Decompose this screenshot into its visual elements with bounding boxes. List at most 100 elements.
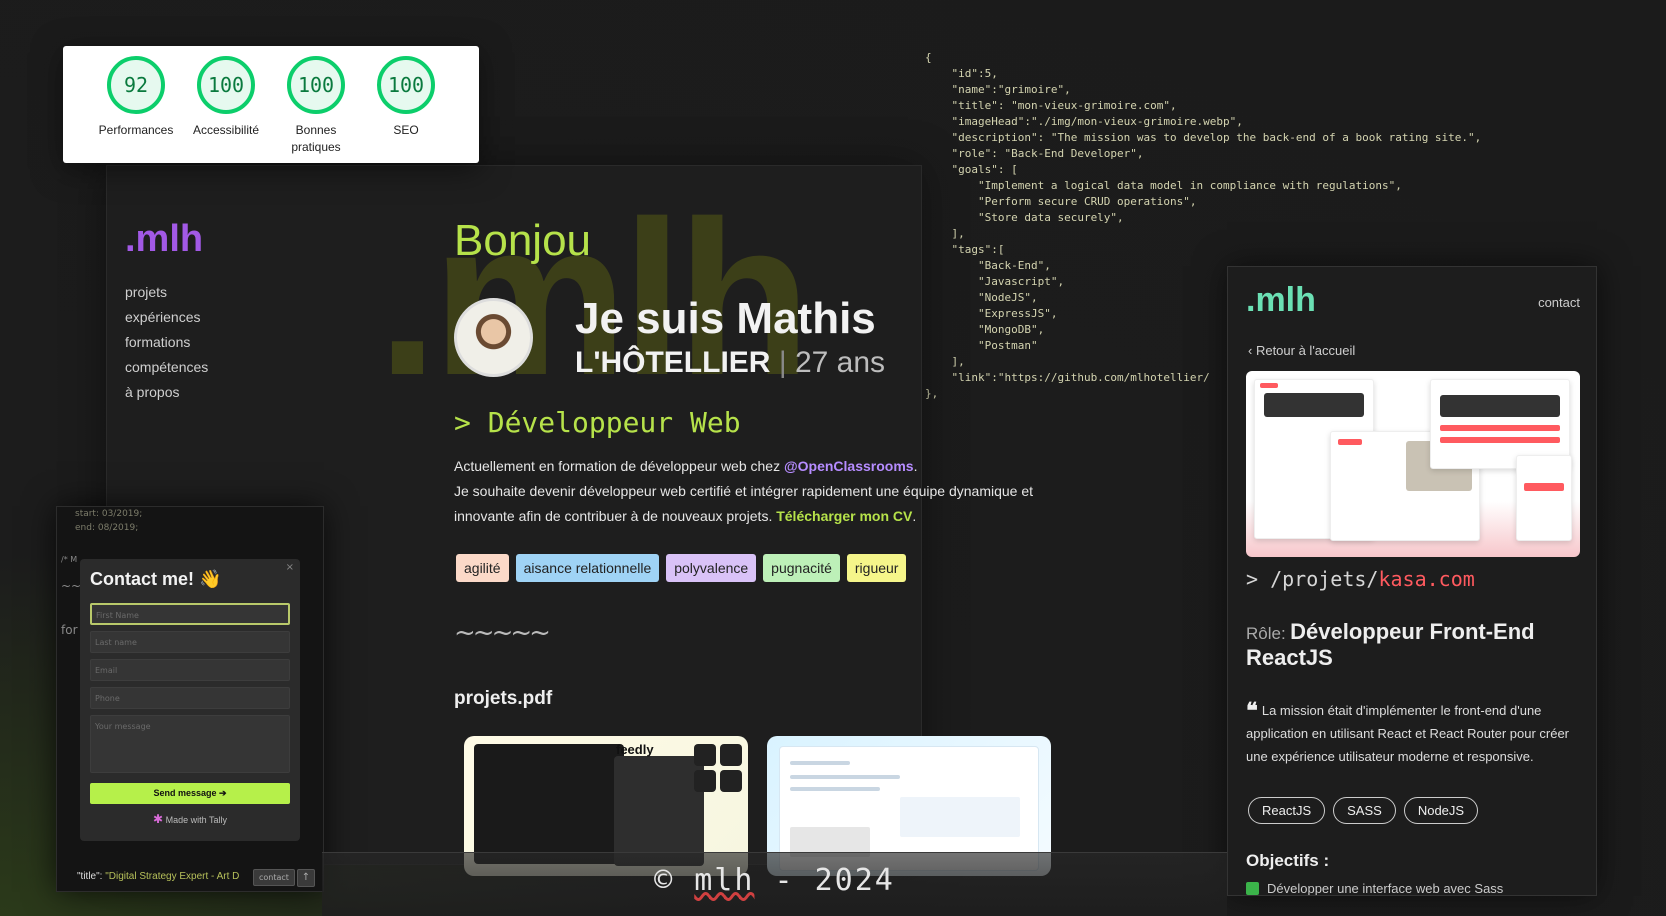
mockup-bar	[1440, 425, 1560, 431]
hero-name: Je suis Mathis	[575, 294, 876, 343]
code-line: start: 03/2019;	[75, 509, 143, 519]
code-line: "goals": [	[925, 163, 1018, 176]
close-icon[interactable]: ×	[286, 562, 294, 573]
footer-year: - 2024	[754, 863, 895, 898]
code-line: "id":5,	[925, 67, 998, 80]
react-icon	[694, 744, 716, 766]
projects-title: projets.pdf	[454, 688, 553, 709]
score-accessibility: 100 Accessibilité	[185, 56, 267, 163]
contact-link[interactable]: contact	[1538, 295, 1580, 310]
mockup-hero	[1264, 393, 1364, 417]
intro-part: .	[912, 508, 917, 524]
back-link[interactable]: ‹ Retour à l'accueil	[1248, 343, 1355, 358]
tag: ReactJS	[1248, 797, 1326, 824]
mobile-project-page: .mlh contact ‹ Retour à l'accueil > /pro…	[1227, 266, 1597, 896]
github-icon	[720, 770, 742, 792]
code-line: "Store data securely",	[925, 211, 1124, 224]
soft-skills: agilité aisance relationnelle polyvalence p…	[456, 554, 907, 582]
objective-text: Développer une interface web avec Sass	[1267, 881, 1504, 896]
contact-form: × Contact me! 👋 First Name Last name Ema…	[80, 559, 300, 841]
chevron-left-icon: ‹	[1248, 343, 1256, 358]
code-line: "name":"grimoire",	[925, 83, 1071, 96]
code-line: {	[925, 51, 932, 64]
last-name-field[interactable]: Last name	[90, 631, 290, 653]
node-icon	[720, 744, 742, 766]
phone-field[interactable]: Phone	[90, 687, 290, 709]
score-gauge: 100	[287, 56, 345, 114]
path-site: kasa.com	[1378, 567, 1475, 591]
scroll-top-button[interactable]: ↑	[297, 869, 315, 887]
send-message-button[interactable]: Send message ➔	[90, 783, 290, 804]
mockup-hero	[1440, 395, 1560, 417]
made-with-tally[interactable]: ✱ Made with Tally	[90, 812, 290, 826]
contact-button[interactable]: contact	[253, 869, 295, 886]
nav-item-projets[interactable]: projets	[125, 284, 208, 300]
background-code: start: 03/2019; end: 08/2019;	[75, 507, 142, 535]
message-field[interactable]: Your message	[90, 715, 290, 773]
main-nav: projets expériences formations compétenc…	[125, 284, 208, 400]
code-line: "Perform secure CRUD operations",	[925, 195, 1197, 208]
email-field[interactable]: Email	[90, 659, 290, 681]
nav-item-competences[interactable]: compétences	[125, 359, 208, 375]
tag: SASS	[1333, 797, 1396, 824]
side-code: ~~	[61, 579, 82, 593]
code-line: "title": "mon-vieux-grimoire.com",	[925, 99, 1177, 112]
code-line: "tags":[	[925, 243, 1005, 256]
code-line: "Implement a logical data model in compl…	[925, 179, 1402, 192]
contact-panel: start: 03/2019; end: 08/2019; /* M ~~ fo…	[56, 506, 324, 892]
score-label: Accessibilité	[192, 123, 260, 137]
nav-item-experiences[interactable]: expériences	[125, 309, 208, 325]
mobile-logo[interactable]: .mlh	[1246, 281, 1316, 320]
greeting: Bonjou	[454, 216, 592, 265]
footer: © mlh - 2024	[322, 852, 1227, 916]
mockup-bar	[1440, 437, 1560, 443]
checkbox-icon	[1246, 882, 1259, 895]
mockup-logo	[1338, 439, 1362, 445]
intro-part: Je souhaite devenir développeur web cert…	[454, 483, 1034, 524]
skill-chip: rigueur	[846, 554, 907, 582]
score-label: Bonnes pratiques	[291, 123, 341, 154]
tally-label: Made with Tally	[165, 815, 227, 825]
thumbnail-line	[790, 787, 880, 791]
project-tags: ReactJS SASS NodeJS	[1248, 797, 1479, 824]
mission-text: La mission était d'implémenter le front-…	[1246, 703, 1570, 764]
score-seo: 100 SEO	[365, 56, 447, 163]
project-image	[1246, 371, 1580, 557]
tally-icon: ✱	[153, 812, 164, 826]
code-line: "imageHead":"./img/mon-vieux-grimoire.we…	[925, 115, 1243, 128]
code-line: "role": "Back-End Developer",	[925, 147, 1144, 160]
code-value: "Digital Strategy Expert - Art D	[105, 871, 240, 882]
back-label: Retour à l'accueil	[1255, 343, 1356, 358]
intro-part: Actuellement en formation de développeur…	[454, 458, 784, 474]
footer-brand: mlh	[694, 863, 755, 898]
first-name-field[interactable]: First Name	[90, 603, 290, 625]
mongodb-icon	[694, 770, 716, 792]
background-code-line: "title": "Digital Strategy Expert - Art …	[77, 871, 239, 882]
role-label: Rôle:	[1246, 624, 1286, 643]
download-cv-link[interactable]: Télécharger mon CV	[776, 508, 912, 524]
project-path: > /projets/kasa.com	[1246, 567, 1475, 591]
role-value: Développeur Front-End ReactJS	[1246, 619, 1535, 670]
nav-item-formations[interactable]: formations	[125, 334, 208, 350]
side-code: /* M	[61, 555, 78, 564]
tech-icons	[694, 744, 742, 792]
intro-part: .	[913, 458, 918, 474]
quote-icon: ❝	[1246, 698, 1258, 723]
mockup-404	[1524, 483, 1564, 491]
openclassrooms-link[interactable]: @OpenClassrooms	[784, 458, 914, 474]
project-mission: ❝ La mission était d'implémenter le front…	[1246, 699, 1586, 768]
avatar	[454, 298, 533, 377]
nav-item-a-propos[interactable]: à propos	[125, 384, 208, 400]
thumbnail-block	[900, 797, 1020, 837]
mockup-card	[1516, 455, 1572, 541]
thumbnail-screenshot	[474, 744, 624, 864]
score-label: Performances	[98, 123, 174, 137]
separator: |	[778, 346, 787, 379]
decorative-squiggle: ~~~~~	[454, 618, 551, 648]
site-logo[interactable]: .mlh	[125, 218, 203, 261]
intro-text: Actuellement en formation de développeur…	[454, 454, 1054, 529]
job-title: > Développeur Web	[454, 406, 741, 439]
objectives-title: Objectifs :	[1246, 851, 1330, 870]
thumbnail-line	[790, 775, 900, 779]
last-name: L'HÔTELLIER	[575, 346, 771, 379]
